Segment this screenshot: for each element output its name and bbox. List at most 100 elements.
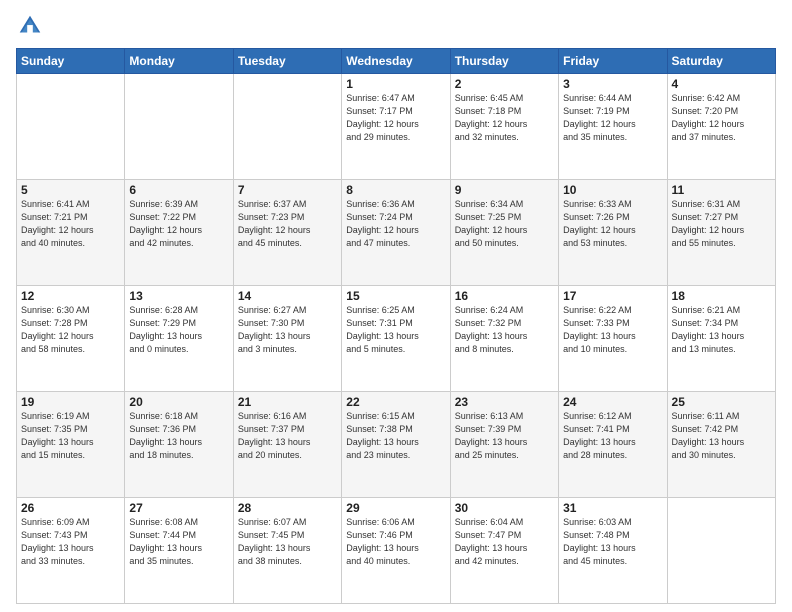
- calendar-week-row: 26Sunrise: 6:09 AM Sunset: 7:43 PM Dayli…: [17, 498, 776, 604]
- day-number: 1: [346, 77, 445, 91]
- day-info: Sunrise: 6:03 AM Sunset: 7:48 PM Dayligh…: [563, 516, 662, 568]
- calendar-cell: 28Sunrise: 6:07 AM Sunset: 7:45 PM Dayli…: [233, 498, 341, 604]
- day-number: 14: [238, 289, 337, 303]
- day-info: Sunrise: 6:09 AM Sunset: 7:43 PM Dayligh…: [21, 516, 120, 568]
- day-info: Sunrise: 6:24 AM Sunset: 7:32 PM Dayligh…: [455, 304, 554, 356]
- day-number: 17: [563, 289, 662, 303]
- calendar-cell: 19Sunrise: 6:19 AM Sunset: 7:35 PM Dayli…: [17, 392, 125, 498]
- calendar-header-row: SundayMondayTuesdayWednesdayThursdayFrid…: [17, 49, 776, 74]
- calendar-cell: 26Sunrise: 6:09 AM Sunset: 7:43 PM Dayli…: [17, 498, 125, 604]
- calendar-cell: 15Sunrise: 6:25 AM Sunset: 7:31 PM Dayli…: [342, 286, 450, 392]
- day-number: 22: [346, 395, 445, 409]
- day-number: 28: [238, 501, 337, 515]
- day-of-week-header: Wednesday: [342, 49, 450, 74]
- calendar-cell: 21Sunrise: 6:16 AM Sunset: 7:37 PM Dayli…: [233, 392, 341, 498]
- logo: [16, 12, 48, 40]
- calendar-cell: 18Sunrise: 6:21 AM Sunset: 7:34 PM Dayli…: [667, 286, 775, 392]
- calendar-cell: 24Sunrise: 6:12 AM Sunset: 7:41 PM Dayli…: [559, 392, 667, 498]
- day-info: Sunrise: 6:45 AM Sunset: 7:18 PM Dayligh…: [455, 92, 554, 144]
- calendar-cell: 10Sunrise: 6:33 AM Sunset: 7:26 PM Dayli…: [559, 180, 667, 286]
- day-info: Sunrise: 6:31 AM Sunset: 7:27 PM Dayligh…: [672, 198, 771, 250]
- calendar-cell: [17, 74, 125, 180]
- day-number: 26: [21, 501, 120, 515]
- day-number: 13: [129, 289, 228, 303]
- calendar-cell: 3Sunrise: 6:44 AM Sunset: 7:19 PM Daylig…: [559, 74, 667, 180]
- day-info: Sunrise: 6:47 AM Sunset: 7:17 PM Dayligh…: [346, 92, 445, 144]
- calendar-cell: 6Sunrise: 6:39 AM Sunset: 7:22 PM Daylig…: [125, 180, 233, 286]
- calendar-cell: 7Sunrise: 6:37 AM Sunset: 7:23 PM Daylig…: [233, 180, 341, 286]
- day-number: 20: [129, 395, 228, 409]
- day-number: 21: [238, 395, 337, 409]
- day-number: 16: [455, 289, 554, 303]
- day-of-week-header: Friday: [559, 49, 667, 74]
- day-number: 30: [455, 501, 554, 515]
- day-info: Sunrise: 6:41 AM Sunset: 7:21 PM Dayligh…: [21, 198, 120, 250]
- day-info: Sunrise: 6:04 AM Sunset: 7:47 PM Dayligh…: [455, 516, 554, 568]
- day-of-week-header: Thursday: [450, 49, 558, 74]
- day-number: 15: [346, 289, 445, 303]
- day-number: 25: [672, 395, 771, 409]
- day-info: Sunrise: 6:19 AM Sunset: 7:35 PM Dayligh…: [21, 410, 120, 462]
- day-number: 10: [563, 183, 662, 197]
- page: SundayMondayTuesdayWednesdayThursdayFrid…: [0, 0, 792, 612]
- day-info: Sunrise: 6:12 AM Sunset: 7:41 PM Dayligh…: [563, 410, 662, 462]
- calendar-cell: 22Sunrise: 6:15 AM Sunset: 7:38 PM Dayli…: [342, 392, 450, 498]
- calendar-cell: 13Sunrise: 6:28 AM Sunset: 7:29 PM Dayli…: [125, 286, 233, 392]
- calendar-cell: 11Sunrise: 6:31 AM Sunset: 7:27 PM Dayli…: [667, 180, 775, 286]
- calendar-table: SundayMondayTuesdayWednesdayThursdayFrid…: [16, 48, 776, 604]
- calendar-cell: 1Sunrise: 6:47 AM Sunset: 7:17 PM Daylig…: [342, 74, 450, 180]
- calendar-cell: [125, 74, 233, 180]
- calendar-cell: 30Sunrise: 6:04 AM Sunset: 7:47 PM Dayli…: [450, 498, 558, 604]
- day-number: 6: [129, 183, 228, 197]
- day-number: 3: [563, 77, 662, 91]
- calendar-cell: 2Sunrise: 6:45 AM Sunset: 7:18 PM Daylig…: [450, 74, 558, 180]
- day-of-week-header: Saturday: [667, 49, 775, 74]
- day-info: Sunrise: 6:16 AM Sunset: 7:37 PM Dayligh…: [238, 410, 337, 462]
- day-info: Sunrise: 6:36 AM Sunset: 7:24 PM Dayligh…: [346, 198, 445, 250]
- day-of-week-header: Tuesday: [233, 49, 341, 74]
- day-info: Sunrise: 6:08 AM Sunset: 7:44 PM Dayligh…: [129, 516, 228, 568]
- calendar-week-row: 5Sunrise: 6:41 AM Sunset: 7:21 PM Daylig…: [17, 180, 776, 286]
- day-info: Sunrise: 6:39 AM Sunset: 7:22 PM Dayligh…: [129, 198, 228, 250]
- day-number: 7: [238, 183, 337, 197]
- day-of-week-header: Monday: [125, 49, 233, 74]
- day-info: Sunrise: 6:37 AM Sunset: 7:23 PM Dayligh…: [238, 198, 337, 250]
- day-info: Sunrise: 6:27 AM Sunset: 7:30 PM Dayligh…: [238, 304, 337, 356]
- day-number: 19: [21, 395, 120, 409]
- calendar-cell: 27Sunrise: 6:08 AM Sunset: 7:44 PM Dayli…: [125, 498, 233, 604]
- day-info: Sunrise: 6:25 AM Sunset: 7:31 PM Dayligh…: [346, 304, 445, 356]
- day-number: 2: [455, 77, 554, 91]
- day-info: Sunrise: 6:13 AM Sunset: 7:39 PM Dayligh…: [455, 410, 554, 462]
- day-info: Sunrise: 6:18 AM Sunset: 7:36 PM Dayligh…: [129, 410, 228, 462]
- day-info: Sunrise: 6:15 AM Sunset: 7:38 PM Dayligh…: [346, 410, 445, 462]
- day-number: 27: [129, 501, 228, 515]
- day-number: 11: [672, 183, 771, 197]
- day-number: 29: [346, 501, 445, 515]
- day-info: Sunrise: 6:28 AM Sunset: 7:29 PM Dayligh…: [129, 304, 228, 356]
- day-number: 9: [455, 183, 554, 197]
- calendar-cell: 16Sunrise: 6:24 AM Sunset: 7:32 PM Dayli…: [450, 286, 558, 392]
- calendar-cell: 23Sunrise: 6:13 AM Sunset: 7:39 PM Dayli…: [450, 392, 558, 498]
- day-number: 18: [672, 289, 771, 303]
- calendar-cell: 5Sunrise: 6:41 AM Sunset: 7:21 PM Daylig…: [17, 180, 125, 286]
- day-number: 24: [563, 395, 662, 409]
- calendar-cell: 17Sunrise: 6:22 AM Sunset: 7:33 PM Dayli…: [559, 286, 667, 392]
- calendar-cell: 25Sunrise: 6:11 AM Sunset: 7:42 PM Dayli…: [667, 392, 775, 498]
- day-info: Sunrise: 6:22 AM Sunset: 7:33 PM Dayligh…: [563, 304, 662, 356]
- day-number: 23: [455, 395, 554, 409]
- day-of-week-header: Sunday: [17, 49, 125, 74]
- calendar-week-row: 12Sunrise: 6:30 AM Sunset: 7:28 PM Dayli…: [17, 286, 776, 392]
- day-info: Sunrise: 6:42 AM Sunset: 7:20 PM Dayligh…: [672, 92, 771, 144]
- calendar-cell: [667, 498, 775, 604]
- calendar-cell: 29Sunrise: 6:06 AM Sunset: 7:46 PM Dayli…: [342, 498, 450, 604]
- day-info: Sunrise: 6:44 AM Sunset: 7:19 PM Dayligh…: [563, 92, 662, 144]
- day-number: 12: [21, 289, 120, 303]
- logo-icon: [16, 12, 44, 40]
- day-info: Sunrise: 6:07 AM Sunset: 7:45 PM Dayligh…: [238, 516, 337, 568]
- calendar-cell: 31Sunrise: 6:03 AM Sunset: 7:48 PM Dayli…: [559, 498, 667, 604]
- calendar-week-row: 19Sunrise: 6:19 AM Sunset: 7:35 PM Dayli…: [17, 392, 776, 498]
- calendar-cell: 20Sunrise: 6:18 AM Sunset: 7:36 PM Dayli…: [125, 392, 233, 498]
- calendar-week-row: 1Sunrise: 6:47 AM Sunset: 7:17 PM Daylig…: [17, 74, 776, 180]
- day-info: Sunrise: 6:33 AM Sunset: 7:26 PM Dayligh…: [563, 198, 662, 250]
- day-info: Sunrise: 6:06 AM Sunset: 7:46 PM Dayligh…: [346, 516, 445, 568]
